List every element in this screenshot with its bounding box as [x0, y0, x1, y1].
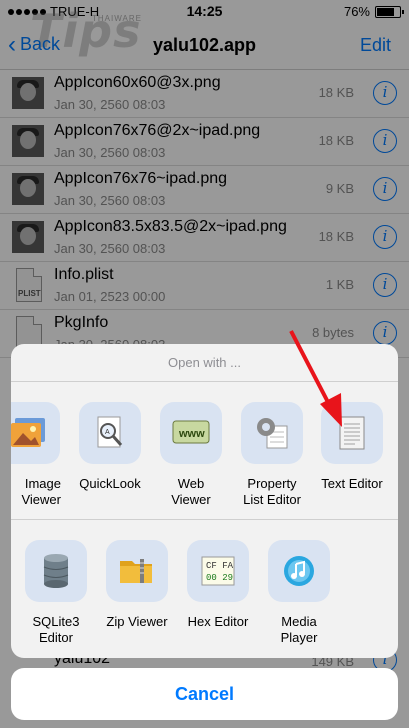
www-text: www: [178, 428, 205, 440]
app-label: Media Player: [280, 614, 318, 645]
zip-viewer-icon: [106, 540, 168, 602]
app-hex-editor[interactable]: CF FA 00 29 Hex Editor: [178, 540, 258, 630]
app-web-viewer[interactable]: www Web Viewer: [151, 402, 231, 508]
app-row-2: SQLite3 Editor Zip Viewer CF FA 00 29 Hex…: [11, 520, 398, 657]
app-quicklook[interactable]: A QuickLook: [70, 402, 150, 492]
app-sqlite3-editor[interactable]: SQLite3 Editor: [16, 540, 96, 646]
cancel-button[interactable]: Cancel: [11, 668, 398, 720]
web-viewer-icon: www: [160, 402, 222, 464]
app-image-viewer[interactable]: Image Viewer: [11, 402, 69, 508]
text-editor-icon: [321, 402, 383, 464]
app-zip-viewer[interactable]: Zip Viewer: [97, 540, 177, 630]
sqlite3-editor-icon: [25, 540, 87, 602]
app-label: Image Viewer: [21, 476, 61, 507]
app-label: Web Viewer: [171, 476, 211, 507]
hex-editor-icon: CF FA 00 29: [187, 540, 249, 602]
app-label: QuickLook: [79, 476, 141, 491]
quicklook-icon: A: [79, 402, 141, 464]
app-property-list-editor[interactable]: Property List Editor: [232, 402, 312, 508]
image-viewer-icon: [11, 402, 60, 464]
app-label: Property List Editor: [243, 476, 301, 507]
property-list-editor-icon: [241, 402, 303, 464]
sheet-title: Open with ...: [11, 344, 398, 382]
svg-text:A: A: [105, 429, 110, 436]
hex-text-bottom: 00 29: [206, 573, 233, 583]
app-row-1: Image Viewer A QuickLook www Web Viewer …: [11, 382, 398, 520]
media-player-icon: [268, 540, 330, 602]
open-with-sheet: Open with ... Image Viewer A QuickLook w…: [11, 344, 398, 658]
app-media-player[interactable]: Media Player: [259, 540, 339, 646]
app-text-editor[interactable]: Text Editor: [312, 402, 392, 492]
app-label: Text Editor: [321, 476, 383, 491]
app-label: Zip Viewer: [106, 614, 168, 629]
app-label: SQLite3 Editor: [32, 614, 80, 645]
app-label: Hex Editor: [187, 614, 249, 629]
hex-text-top: CF FA: [206, 561, 234, 571]
